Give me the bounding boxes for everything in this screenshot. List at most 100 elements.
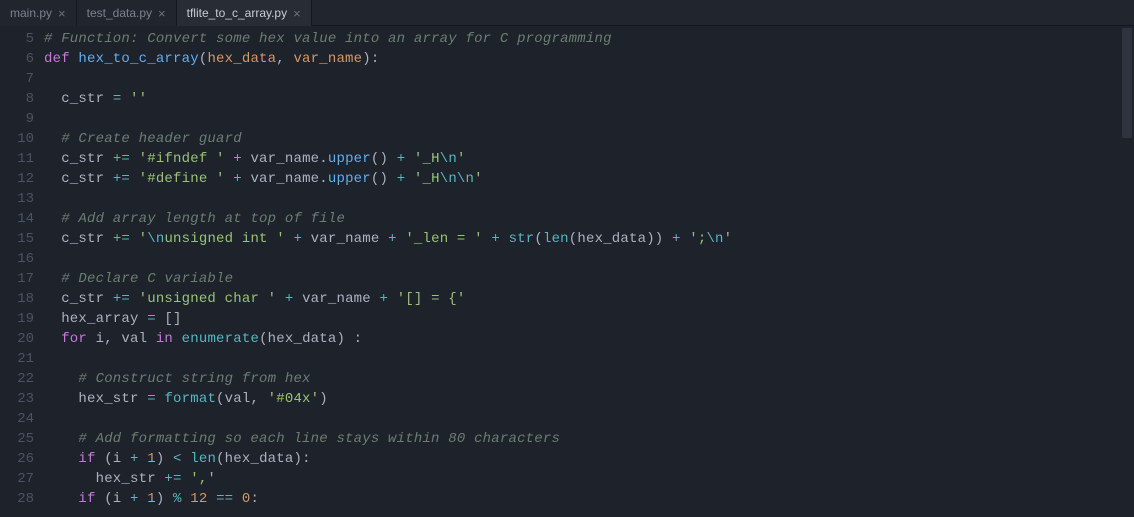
code-token: var_name (302, 231, 388, 247)
code-token: len (543, 231, 569, 247)
line-number: 16 (0, 249, 34, 269)
code-line[interactable]: # Add formatting so each line stays with… (44, 429, 1134, 449)
code-token: hex_array (44, 311, 147, 327)
code-line[interactable]: # Construct string from hex (44, 369, 1134, 389)
code-token: i, val (87, 331, 156, 347)
scrollbar-track[interactable] (1120, 26, 1134, 517)
code-token: c_str (44, 231, 113, 247)
code-token: ): (362, 51, 379, 67)
code-line[interactable]: c_str = '' (44, 89, 1134, 109)
code-token (44, 371, 78, 387)
code-line[interactable]: if (i + 1) < len(hex_data): (44, 449, 1134, 469)
code-token: = (147, 391, 156, 407)
line-number: 7 (0, 69, 34, 89)
code-token: def (44, 51, 78, 67)
line-number: 13 (0, 189, 34, 209)
code-line[interactable] (44, 189, 1134, 209)
code-token (225, 171, 234, 187)
code-line[interactable]: # Add array length at top of file (44, 209, 1134, 229)
code-line[interactable]: hex_str = format(val, '#04x') (44, 389, 1134, 409)
code-line[interactable] (44, 69, 1134, 89)
code-line[interactable]: # Create header guard (44, 129, 1134, 149)
line-number: 21 (0, 349, 34, 369)
code-token: unsigned int ' (164, 231, 284, 247)
code-token: if (78, 451, 95, 467)
code-line[interactable]: hex_array = [] (44, 309, 1134, 329)
code-token (44, 211, 61, 227)
code-token: var_name (293, 291, 379, 307)
code-token: # Construct string from hex (78, 371, 310, 387)
line-number: 15 (0, 229, 34, 249)
close-icon[interactable]: × (158, 6, 166, 21)
code-line[interactable]: c_str += 'unsigned char ' + var_name + '… (44, 289, 1134, 309)
tab-main-py[interactable]: main.py× (0, 0, 77, 26)
code-token: '_len = ' (405, 231, 482, 247)
code-token (173, 331, 182, 347)
code-token (44, 271, 61, 287)
code-line[interactable]: hex_str += ',' (44, 469, 1134, 489)
line-number: 10 (0, 129, 34, 149)
line-number: 27 (0, 469, 34, 489)
code-token: ' (474, 171, 483, 187)
line-number: 8 (0, 89, 34, 109)
code-token (405, 171, 414, 187)
code-token (44, 331, 61, 347)
code-token: () (371, 151, 397, 167)
code-line[interactable] (44, 109, 1134, 129)
code-token: () (371, 171, 397, 187)
tab-tflite_to_c_array-py[interactable]: tflite_to_c_array.py× (177, 0, 312, 26)
code-token: if (78, 491, 95, 507)
code-token (405, 151, 414, 167)
line-number: 12 (0, 169, 34, 189)
code-token: (i (96, 491, 130, 507)
code-token: = (147, 311, 156, 327)
code-token: # Add formatting so each line stays with… (78, 431, 560, 447)
tab-label: test_data.py (87, 6, 152, 20)
line-number: 25 (0, 429, 34, 449)
code-token: \n\n (440, 171, 474, 187)
close-icon[interactable]: × (293, 6, 301, 21)
code-line[interactable]: c_str += '#define ' + var_name.upper() +… (44, 169, 1134, 189)
code-token: # Function: Convert some hex value into … (44, 31, 612, 47)
line-number-gutter: 5678910111213141516171819202122232425262… (0, 26, 44, 517)
code-token: (i (96, 451, 130, 467)
code-token (139, 451, 148, 467)
code-line[interactable] (44, 349, 1134, 369)
code-token: + (672, 231, 681, 247)
code-token: : (251, 491, 260, 507)
code-token: ) (156, 451, 173, 467)
code-token: + (130, 491, 139, 507)
code-token: 12 (190, 491, 207, 507)
code-line[interactable]: # Function: Convert some hex value into … (44, 29, 1134, 49)
line-number: 11 (0, 149, 34, 169)
line-number: 22 (0, 369, 34, 389)
code-token: 0 (242, 491, 251, 507)
code-token (44, 131, 61, 147)
code-token: '#04x' (268, 391, 320, 407)
code-token: hex_data (207, 51, 276, 67)
code-token: += (113, 171, 130, 187)
code-line[interactable]: # Declare C variable (44, 269, 1134, 289)
code-token: + (233, 171, 242, 187)
code-line[interactable] (44, 249, 1134, 269)
code-token: += (113, 151, 130, 167)
code-token (130, 171, 139, 187)
code-line[interactable]: for i, val in enumerate(hex_data) : (44, 329, 1134, 349)
code-line[interactable] (44, 409, 1134, 429)
code-line[interactable]: c_str += '#ifndef ' + var_name.upper() +… (44, 149, 1134, 169)
code-token: (hex_data)) (569, 231, 672, 247)
code-token (130, 151, 139, 167)
code-token: ' (139, 231, 148, 247)
code-line[interactable]: if (i + 1) % 12 == 0: (44, 489, 1134, 509)
code-line[interactable]: c_str += '\nunsigned int ' + var_name + … (44, 229, 1134, 249)
code-area[interactable]: # Function: Convert some hex value into … (44, 26, 1134, 517)
code-token: # Declare C variable (61, 271, 233, 287)
tab-test_data-py[interactable]: test_data.py × (77, 0, 177, 26)
close-icon[interactable]: × (58, 6, 66, 21)
scrollbar-thumb[interactable] (1122, 28, 1132, 138)
code-line[interactable]: def hex_to_c_array(hex_data, var_name): (44, 49, 1134, 69)
code-token: var_name. (242, 151, 328, 167)
code-token: % (173, 491, 182, 507)
line-number: 5 (0, 29, 34, 49)
code-token: '#define ' (139, 171, 225, 187)
